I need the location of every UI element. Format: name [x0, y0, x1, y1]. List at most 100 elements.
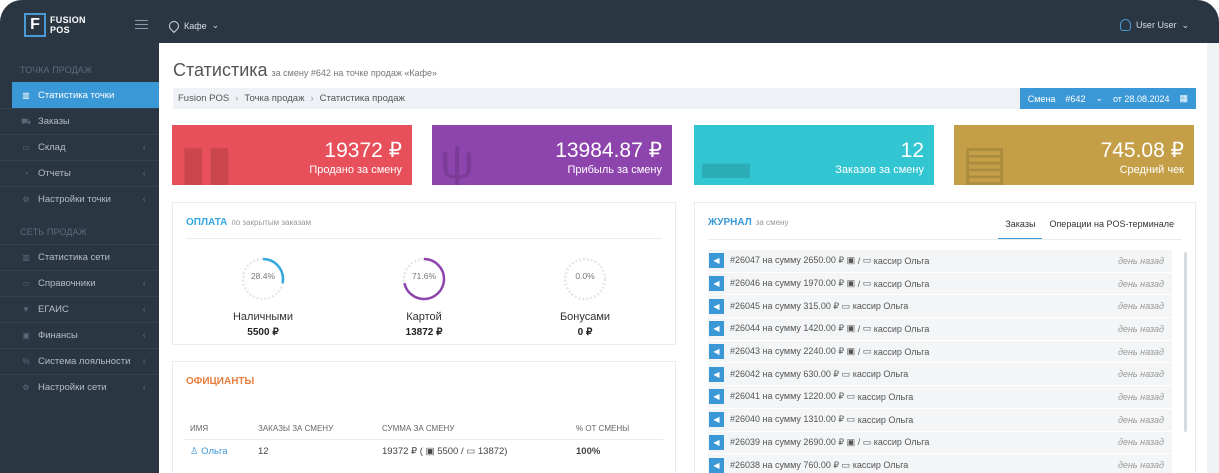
- journal-tabs: Заказы Операции на POS-терминале: [998, 214, 1181, 240]
- chevron-down-icon: ⌄: [211, 20, 220, 30]
- megaphone-icon: ◀: [709, 298, 724, 314]
- folder-icon: ▱: [22, 279, 30, 288]
- gauge-percent: 28.4%: [250, 271, 276, 281]
- chevron-down-icon: ⌄: [1181, 19, 1189, 30]
- column-header: ЗАКАЗЫ ЗА СМЕНУ: [258, 424, 334, 433]
- scrollbar[interactable]: [1184, 252, 1187, 432]
- journal-entry[interactable]: ◀ #26047 на сумму 2650.00 ₽ ▣ / ▭ кассир …: [708, 250, 1172, 273]
- chevron-left-icon: ‹: [142, 168, 146, 179]
- waiter-orders: 12: [258, 446, 269, 457]
- entry-text: #26041 на сумму 1220.00 ₽: [730, 391, 845, 402]
- entry-time: день назад: [1118, 391, 1164, 402]
- panel-subtitle: по закрытым заказам: [231, 218, 312, 227]
- payment-panel: ОПЛАТА по закрытым заказам 28.4% Наличными…: [172, 202, 676, 345]
- gauge-amount: 13872 ₽: [405, 327, 443, 338]
- sidebar-item[interactable]: ▼ ЕГАИС ‹: [0, 296, 159, 322]
- journal-entry[interactable]: ◀ #26044 на сумму 1420.00 ₽ ▣ / ▭ кассир …: [708, 318, 1172, 341]
- shift-selector[interactable]: Смена #642 ⌄ от 28.08.2024 ▦: [1019, 88, 1196, 109]
- journal-entry[interactable]: ◀ #26040 на сумму 1310.00 ₽ ▭ кассир Ольг…: [708, 408, 1172, 432]
- sidebar-item[interactable]: ▥ Статистика точки: [12, 82, 167, 108]
- divider: [185, 439, 663, 440]
- gauge-amount: 5500 ₽: [247, 327, 279, 338]
- journal-entry[interactable]: ◀ #26038 на сумму 760.00 ₽ ▭ кассир Ольга…: [708, 454, 1172, 473]
- tile-orders[interactable]: ▬ 12 Заказов за смену: [694, 125, 934, 185]
- journal-entry[interactable]: ◀ #26039 на сумму 2690.00 ₽ ▣ / ▭ кассир …: [708, 431, 1172, 455]
- sidebar-item-label: Настройки сети: [38, 382, 107, 393]
- sidebar-item[interactable]: ⚙ Настройки точки ‹: [0, 186, 159, 212]
- sidebar-item-label: Заказы: [38, 116, 70, 127]
- sidebar-item[interactable]: ⛟ Заказы: [0, 108, 159, 134]
- user-menu[interactable]: User User ⌄: [1119, 19, 1189, 31]
- waiter-name-link[interactable]: ♙ Ольга: [190, 446, 228, 457]
- breadcrumb-item[interactable]: Fusion POS: [178, 93, 229, 104]
- megaphone-icon: ◀: [709, 434, 724, 450]
- logo[interactable]: F: [24, 13, 46, 37]
- entry-cashier: кассир Ольга: [873, 323, 930, 334]
- megaphone-icon: ◀: [709, 389, 724, 405]
- sidebar-item[interactable]: ▱ Справочники ‹: [0, 270, 159, 296]
- sidebar-item-label: Статистика сети: [38, 252, 110, 263]
- chevron-left-icon: ‹: [142, 382, 146, 393]
- megaphone-icon: ◀: [709, 253, 724, 269]
- logo-text[interactable]: FUSION POS: [50, 15, 86, 35]
- waiter-sum: 19372 ₽ ( ▣ 5500 / ▭ 13872): [382, 446, 508, 457]
- payment-gauge: 0.0% Бонусами 0 ₽: [530, 254, 640, 338]
- sidebar: ТОЧКА ПРОДАЖ ▥ Статистика точки ⛟ Заказы ▭ Ск…: [0, 43, 167, 473]
- sidebar-item[interactable]: ⚙ Настройки сети ‹: [0, 374, 159, 400]
- sidebar-item[interactable]: ▣ Финансы ‹: [0, 322, 159, 348]
- sidebar-item-label: Справочники: [38, 278, 96, 289]
- user-name: User User: [1135, 20, 1177, 30]
- card-icon: ▭: [862, 323, 872, 334]
- calendar-icon[interactable]: ▦: [1179, 93, 1188, 104]
- entry-text: #26045 на сумму 315.00 ₽: [730, 300, 840, 311]
- tile-value: 13984.87 ₽: [555, 139, 662, 162]
- cash-icon: ▣: [846, 436, 856, 447]
- entry-time: день назад: [1118, 437, 1164, 448]
- entry-cashier: кассир Ольга: [873, 437, 930, 448]
- sidebar-item[interactable]: ▥ Статистика сети: [0, 244, 159, 270]
- column-header: ИМЯ: [190, 424, 209, 433]
- breadcrumb-item: Статистика продаж: [319, 93, 405, 104]
- tile-sold[interactable]: ▮▮ 19372 ₽ Продано за смену: [172, 125, 412, 185]
- location-selector[interactable]: Кафе ⌄: [166, 18, 220, 33]
- divider: [708, 239, 1182, 240]
- sidebar-item-label: ЕГАИС: [38, 304, 69, 315]
- cutlery-icon: ψ: [440, 136, 475, 185]
- menu-toggle-icon[interactable]: [135, 20, 148, 29]
- card-icon: ▭: [846, 391, 856, 402]
- column-header: СУММА ЗА СМЕНУ: [382, 424, 455, 433]
- box-icon: ▭: [22, 143, 30, 152]
- card-icon: ▭: [862, 436, 872, 447]
- cash-icon: ▣: [425, 446, 435, 457]
- journal-entry[interactable]: ◀ #26042 на сумму 630.00 ₽ ▭ кассир Ольга…: [708, 363, 1172, 387]
- entry-cashier: кассир Ольга: [852, 301, 909, 312]
- tab-pos-operations[interactable]: Операции на POS-терминале: [1042, 214, 1181, 240]
- tab-orders[interactable]: Заказы: [998, 214, 1043, 240]
- sidebar-item[interactable]: % Система лояльности ‹: [0, 348, 159, 374]
- tile-label: Заказов за смену: [835, 164, 924, 176]
- chevron-left-icon: ‹: [142, 330, 146, 341]
- tile-value: 745.08 ₽: [1100, 139, 1184, 162]
- tile-average[interactable]: ▤ 745.08 ₽ Средний чек: [954, 125, 1194, 185]
- chevron-left-icon: ‹: [142, 304, 146, 315]
- entry-text: #26044 на сумму 1420.00 ₽: [730, 323, 845, 334]
- shift-date: от 28.08.2024: [1113, 93, 1170, 104]
- tile-profit[interactable]: ψ 13984.87 ₽ Прибыль за смену: [432, 125, 672, 185]
- journal-entry[interactable]: ◀ #26043 на сумму 2240.00 ₽ ▣ / ▭ кассир …: [708, 340, 1172, 364]
- app-window: F FUSION POS Кафе ⌄ User User ⌄ ТОЧКА ПРО…: [0, 0, 1219, 473]
- breadcrumb-item[interactable]: Точка продаж: [244, 93, 304, 104]
- user-icon: [1119, 19, 1131, 31]
- journal-entry[interactable]: ◀ #26041 на сумму 1220.00 ₽ ▭ кассир Ольг…: [708, 386, 1172, 409]
- journal-entry[interactable]: ◀ #26046 на сумму 1970.00 ₽ ▣ / ▭ кассир …: [708, 272, 1172, 296]
- payment-gauge: 28.4% Наличными 5500 ₽: [208, 254, 318, 338]
- sidebar-item[interactable]: ▭ Склад ‹: [0, 134, 159, 160]
- sidebar-item[interactable]: ◔ Отчеты ‹: [0, 160, 159, 186]
- entry-time: день назад: [1118, 369, 1164, 380]
- card-icon: ▭: [846, 414, 856, 425]
- tile-label: Продано за смену: [309, 164, 402, 176]
- panel-title: ЖУРНАЛ за смену: [708, 217, 789, 228]
- wallet-icon: ▣: [22, 331, 30, 340]
- journal-entry[interactable]: ◀ #26045 на сумму 315.00 ₽ ▭ кассир Ольга…: [708, 295, 1172, 319]
- sidebar-item-label: Статистика точки: [38, 89, 115, 101]
- card-icon: ▭: [841, 300, 851, 311]
